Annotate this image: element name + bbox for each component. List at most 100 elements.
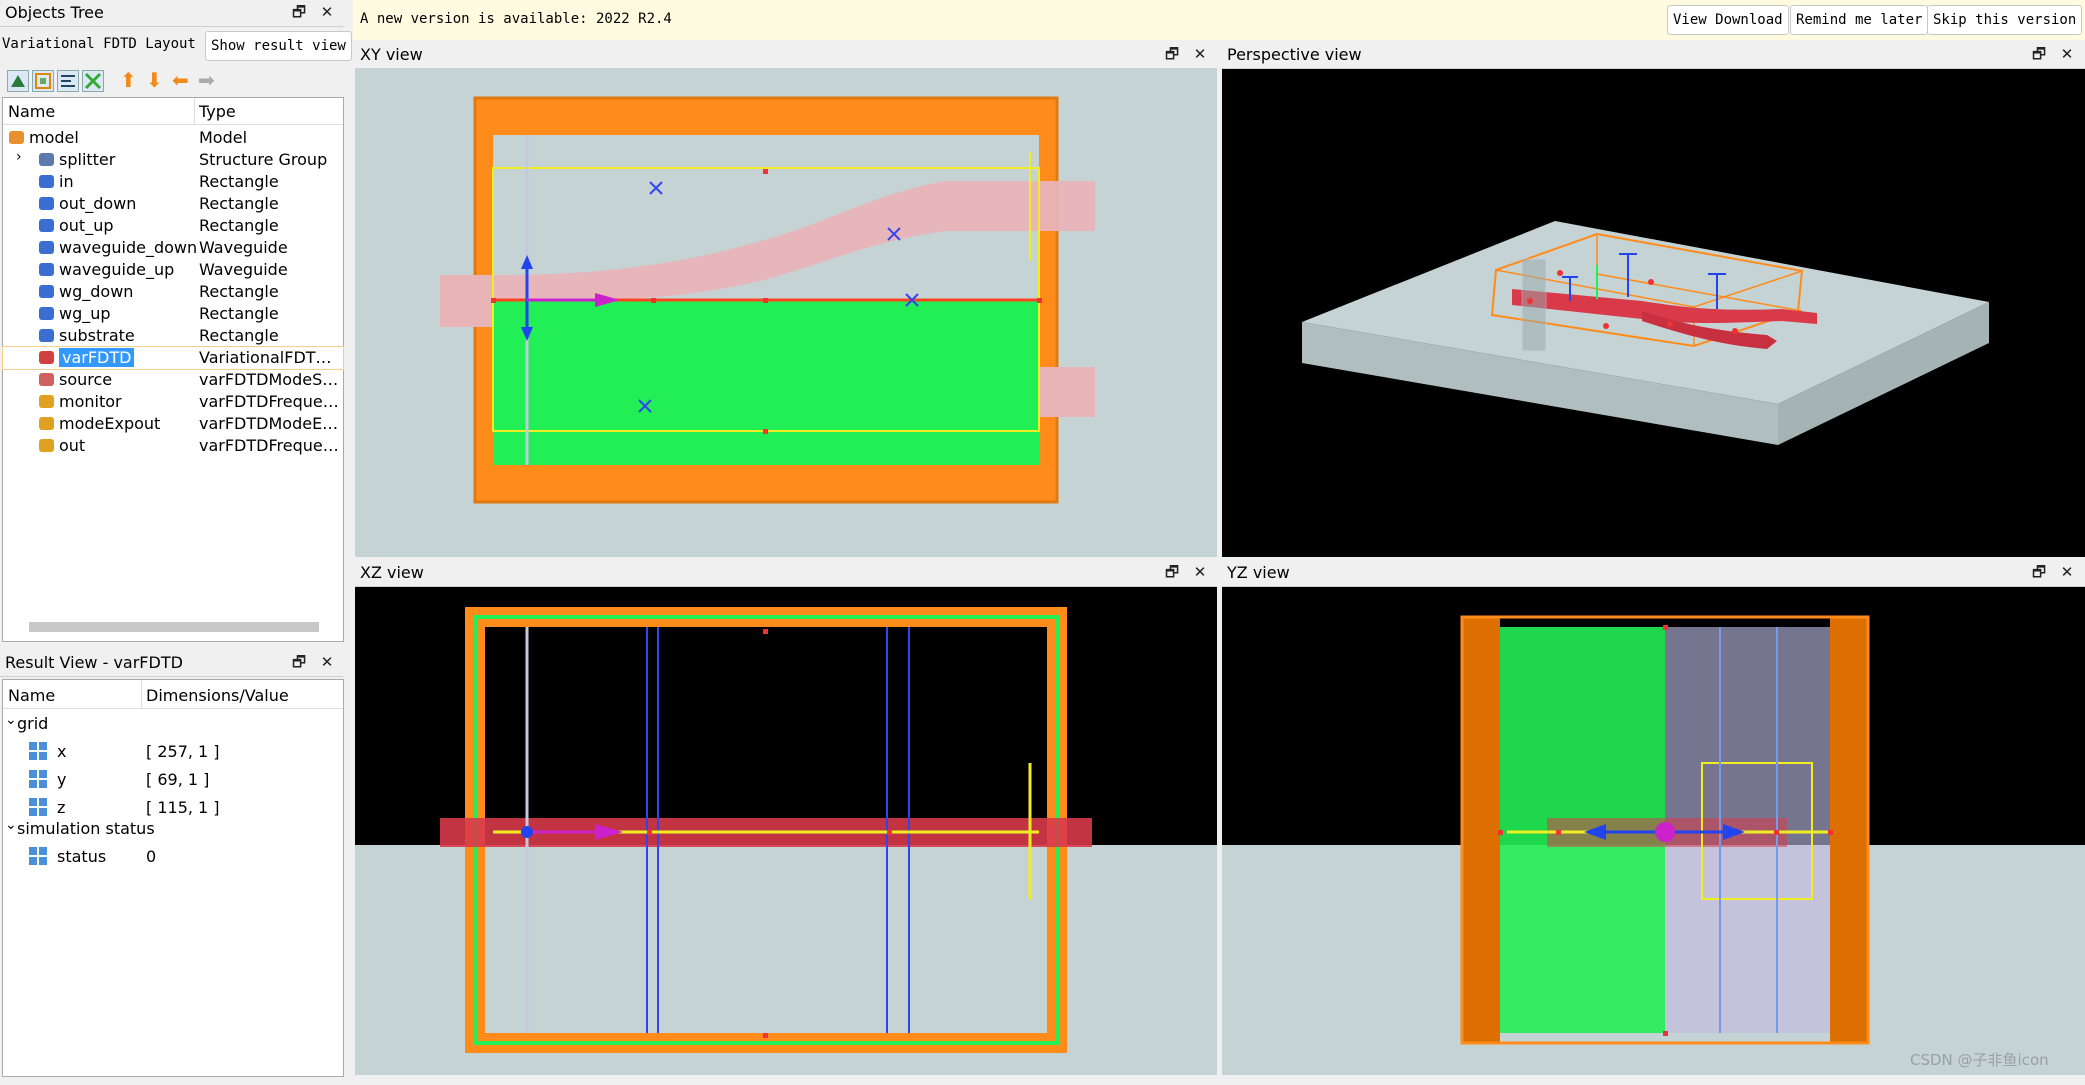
monitor-icon [39, 395, 54, 408]
gray-region-lower [1665, 845, 1830, 1033]
tree-item-type: Rectangle [199, 216, 279, 235]
tree-item-type: Rectangle [199, 304, 279, 323]
xy-view-canvas[interactable] [355, 69, 1217, 557]
tree-item-name: splitter [59, 150, 116, 169]
col-value-header[interactable]: Dimensions/Value [146, 686, 289, 705]
close-icon[interactable]: ✕ [2058, 45, 2076, 63]
result-row-status[interactable]: status 0 [3, 844, 343, 870]
close-icon[interactable]: ✕ [318, 653, 336, 671]
close-icon[interactable]: ✕ [2058, 563, 2076, 581]
tree-item-wg-up[interactable]: wg_up Rectangle [3, 303, 343, 325]
close-icon[interactable]: ✕ [318, 3, 336, 21]
move-down-icon[interactable]: ⬇ [146, 68, 163, 92]
move-left-icon[interactable]: ⬅ [172, 68, 189, 92]
tree-item-waveguide-up[interactable]: waveguide_up Waveguide [3, 259, 343, 281]
float-icon[interactable]: 🗗 [1163, 45, 1181, 63]
result-header: Name Dimensions/Value [3, 680, 343, 709]
tree-item-wg-down[interactable]: wg_down Rectangle [3, 281, 343, 303]
result-value: [ 115, 1 ] [146, 798, 220, 817]
tree-item-substrate[interactable]: substrate Rectangle [3, 325, 343, 347]
tree-item-out-up[interactable]: out_up Rectangle [3, 215, 343, 237]
objects-tree-titlebar: Objects Tree 🗗 ✕ [0, 0, 343, 27]
fdtd-interior-bottom [493, 301, 1039, 465]
rectangle-icon [39, 307, 54, 320]
perspective-view-canvas[interactable] [1222, 69, 2085, 557]
rectangle-icon [39, 285, 54, 298]
result-group-simulation-status[interactable]: ⌄ simulation status [3, 817, 343, 843]
result-view-panel: Name Dimensions/Value ⌄ grid x [ 257, 1 ]… [2, 679, 344, 1077]
tree-item-name: waveguide_up [59, 260, 175, 279]
tree-item-name: modeExpout [59, 414, 161, 433]
chevron-right-icon[interactable]: › [16, 149, 22, 165]
objects-tree-title: Objects Tree [5, 3, 104, 22]
tree-item-type: Waveguide [199, 238, 288, 257]
tree-item-name: monitor [59, 392, 122, 411]
rectangle-icon [39, 197, 54, 210]
varfdtd-icon [39, 351, 54, 364]
result-row-y[interactable]: y [ 69, 1 ] [3, 767, 343, 793]
move-right-icon[interactable]: ➡ [198, 68, 215, 92]
tree-item-monitor[interactable]: monitor varFDTDFrequenc... [3, 391, 343, 413]
yz-view-canvas[interactable]: CSDN @子非鱼icon [1222, 587, 2085, 1075]
result-view-titlebar: Result View - varFDTD 🗗 ✕ [0, 650, 343, 677]
result-name: x [57, 742, 67, 761]
matrix-icon [29, 770, 47, 788]
xy-view-titlebar: XY view 🗗 ✕ [355, 42, 1217, 69]
tree-item-model[interactable]: model Model [3, 127, 343, 149]
xy-view-title: XY view [360, 45, 423, 64]
float-icon[interactable]: 🗗 [2030, 563, 2048, 581]
tree-item-type: VariationalFDTDS... [199, 348, 343, 367]
chevron-down-icon[interactable]: ⌄ [5, 817, 17, 833]
tree-item-source[interactable]: source varFDTDModeSo... [3, 369, 343, 391]
fdtd-orange-right [1830, 617, 1868, 1043]
remind-later-button[interactable]: Remind me later [1790, 5, 1929, 35]
show-result-view-button[interactable]: Show result view [205, 31, 352, 61]
close-icon[interactable]: ✕ [1191, 563, 1209, 581]
skip-version-button[interactable]: Skip this version [1927, 5, 2083, 35]
add-simulation-icon[interactable] [57, 70, 79, 92]
structure-group-icon [39, 153, 54, 166]
float-icon[interactable]: 🗗 [2030, 45, 2048, 63]
float-icon[interactable]: 🗗 [290, 653, 308, 671]
tree-horizontal-scrollbar[interactable] [29, 622, 319, 632]
float-icon[interactable]: 🗗 [290, 3, 308, 21]
chevron-down-icon[interactable]: ⌄ [5, 712, 17, 728]
add-group-icon[interactable] [32, 70, 54, 92]
result-value: 0 [146, 847, 157, 866]
tree-item-type: Rectangle [199, 172, 279, 191]
tree-item-splitter[interactable]: › splitter Structure Group [3, 149, 343, 171]
tree-item-out-down[interactable]: out_down Rectangle [3, 193, 343, 215]
result-row-x[interactable]: x [ 257, 1 ] [3, 739, 343, 765]
fdtd-orange-left [1462, 617, 1500, 1043]
tree-item-type: varFDTDModeExp... [199, 414, 343, 433]
tree-item-name: substrate [59, 326, 135, 345]
rectangle-icon [39, 329, 54, 342]
rectangle-icon [39, 175, 54, 188]
tree-item-name: source [59, 370, 113, 389]
tree-item-waveguide-down[interactable]: waveguide_down Waveguide [3, 237, 343, 259]
col-name-header[interactable]: Name [8, 102, 55, 121]
result-group-grid[interactable]: ⌄ grid [3, 712, 343, 738]
close-icon[interactable]: ✕ [1191, 45, 1209, 63]
tree-item-type: varFDTDModeSo... [199, 370, 343, 389]
tree-item-varfdtd[interactable]: varFDTD VariationalFDTDS... [2, 346, 344, 370]
tree-item-in[interactable]: in Rectangle [3, 171, 343, 193]
float-icon[interactable]: 🗗 [1163, 563, 1181, 581]
layout-label: Variational FDTD Layout [2, 36, 196, 52]
mode-expansion-icon [39, 417, 54, 430]
xz-view-canvas[interactable] [355, 587, 1217, 1075]
move-up-icon[interactable]: ⬆ [120, 68, 137, 92]
tree-item-modeexpout[interactable]: modeExpout varFDTDModeExp... [3, 413, 343, 435]
tree-item-out[interactable]: out varFDTDFrequenc... [3, 435, 343, 457]
col-name-header[interactable]: Name [8, 686, 55, 705]
model-icon [9, 131, 24, 144]
add-structure-icon[interactable] [7, 70, 29, 92]
objects-tree-panel: Name Type model Model › splitter Structure G… [2, 97, 344, 642]
view-download-button[interactable]: View Download [1667, 5, 1789, 35]
perspective-view-title: Perspective view [1227, 45, 1362, 64]
xz-view-title: XZ view [360, 563, 424, 582]
col-type-header[interactable]: Type [199, 102, 236, 121]
perspective-view-titlebar: Perspective view 🗗 ✕ [1222, 42, 2085, 69]
add-monitor-icon[interactable] [82, 70, 104, 92]
tree-item-type: Model [199, 128, 248, 147]
